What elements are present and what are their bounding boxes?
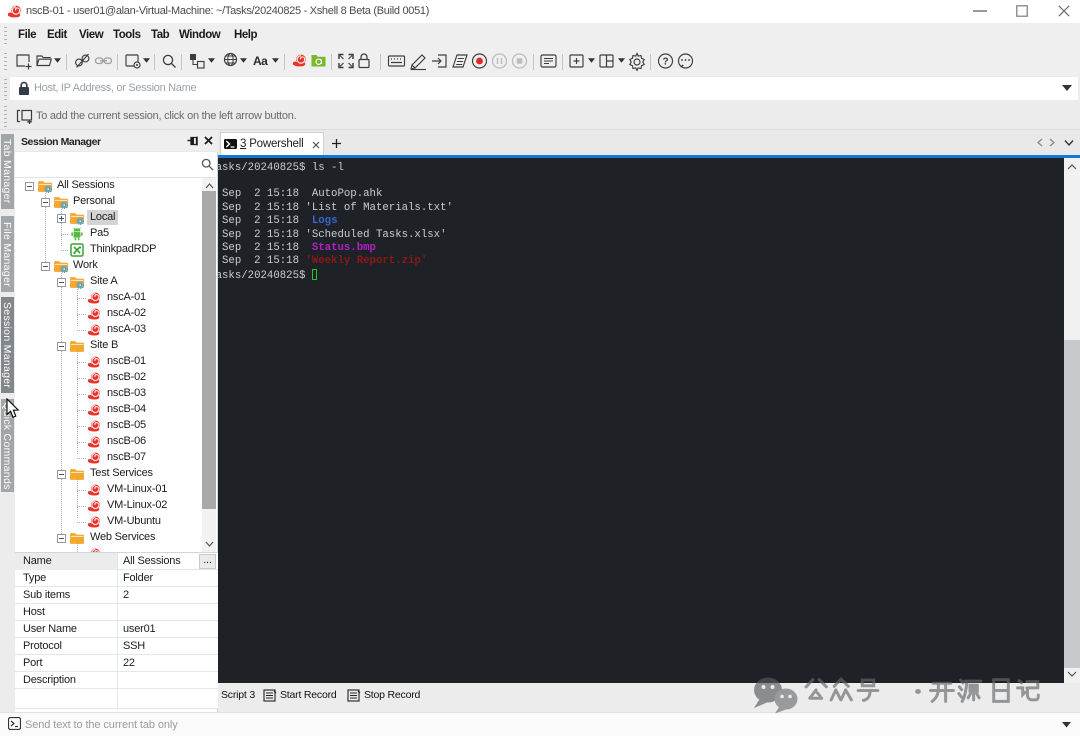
svg-text:?: ? [662,57,668,68]
